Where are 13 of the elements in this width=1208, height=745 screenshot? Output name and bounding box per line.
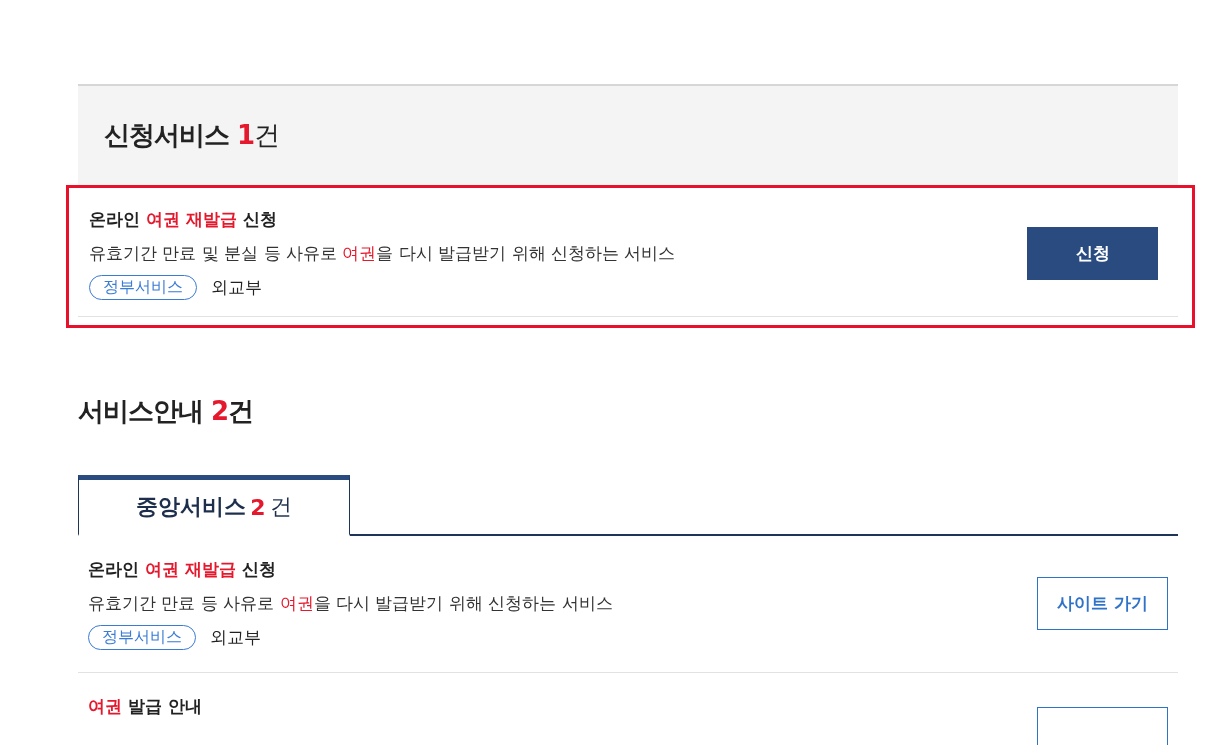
service-description: 유효기간 만료 및 분실 등 사유로 여권을 다시 발급받기 위해 신청하는 서비스 — [89, 242, 676, 265]
section-heading: 신청서비스 1건 — [104, 119, 280, 152]
service-title[interactable]: 온라인 여권 재발급 신청 — [89, 206, 676, 232]
service-title[interactable]: 여권 발급 안내 — [88, 693, 202, 719]
site-button[interactable]: 사이트 가기 — [1037, 576, 1168, 630]
apply-button[interactable]: 신청 — [1027, 226, 1158, 280]
section-heading: 서비스안내 2건 — [78, 395, 255, 428]
service-title[interactable]: 온라인 여권 재발급 신청 — [88, 556, 613, 582]
agency-label: 외교부 — [211, 276, 262, 299]
service-description: 유효기간 만료 등 사유로 여권을 다시 발급받기 위해 신청하는 서비스 — [88, 592, 613, 615]
tab[interactable]: 중앙서비스 2 건 — [78, 475, 350, 536]
site-button[interactable] — [1037, 707, 1168, 745]
agency-label: 외교부 — [210, 626, 261, 649]
